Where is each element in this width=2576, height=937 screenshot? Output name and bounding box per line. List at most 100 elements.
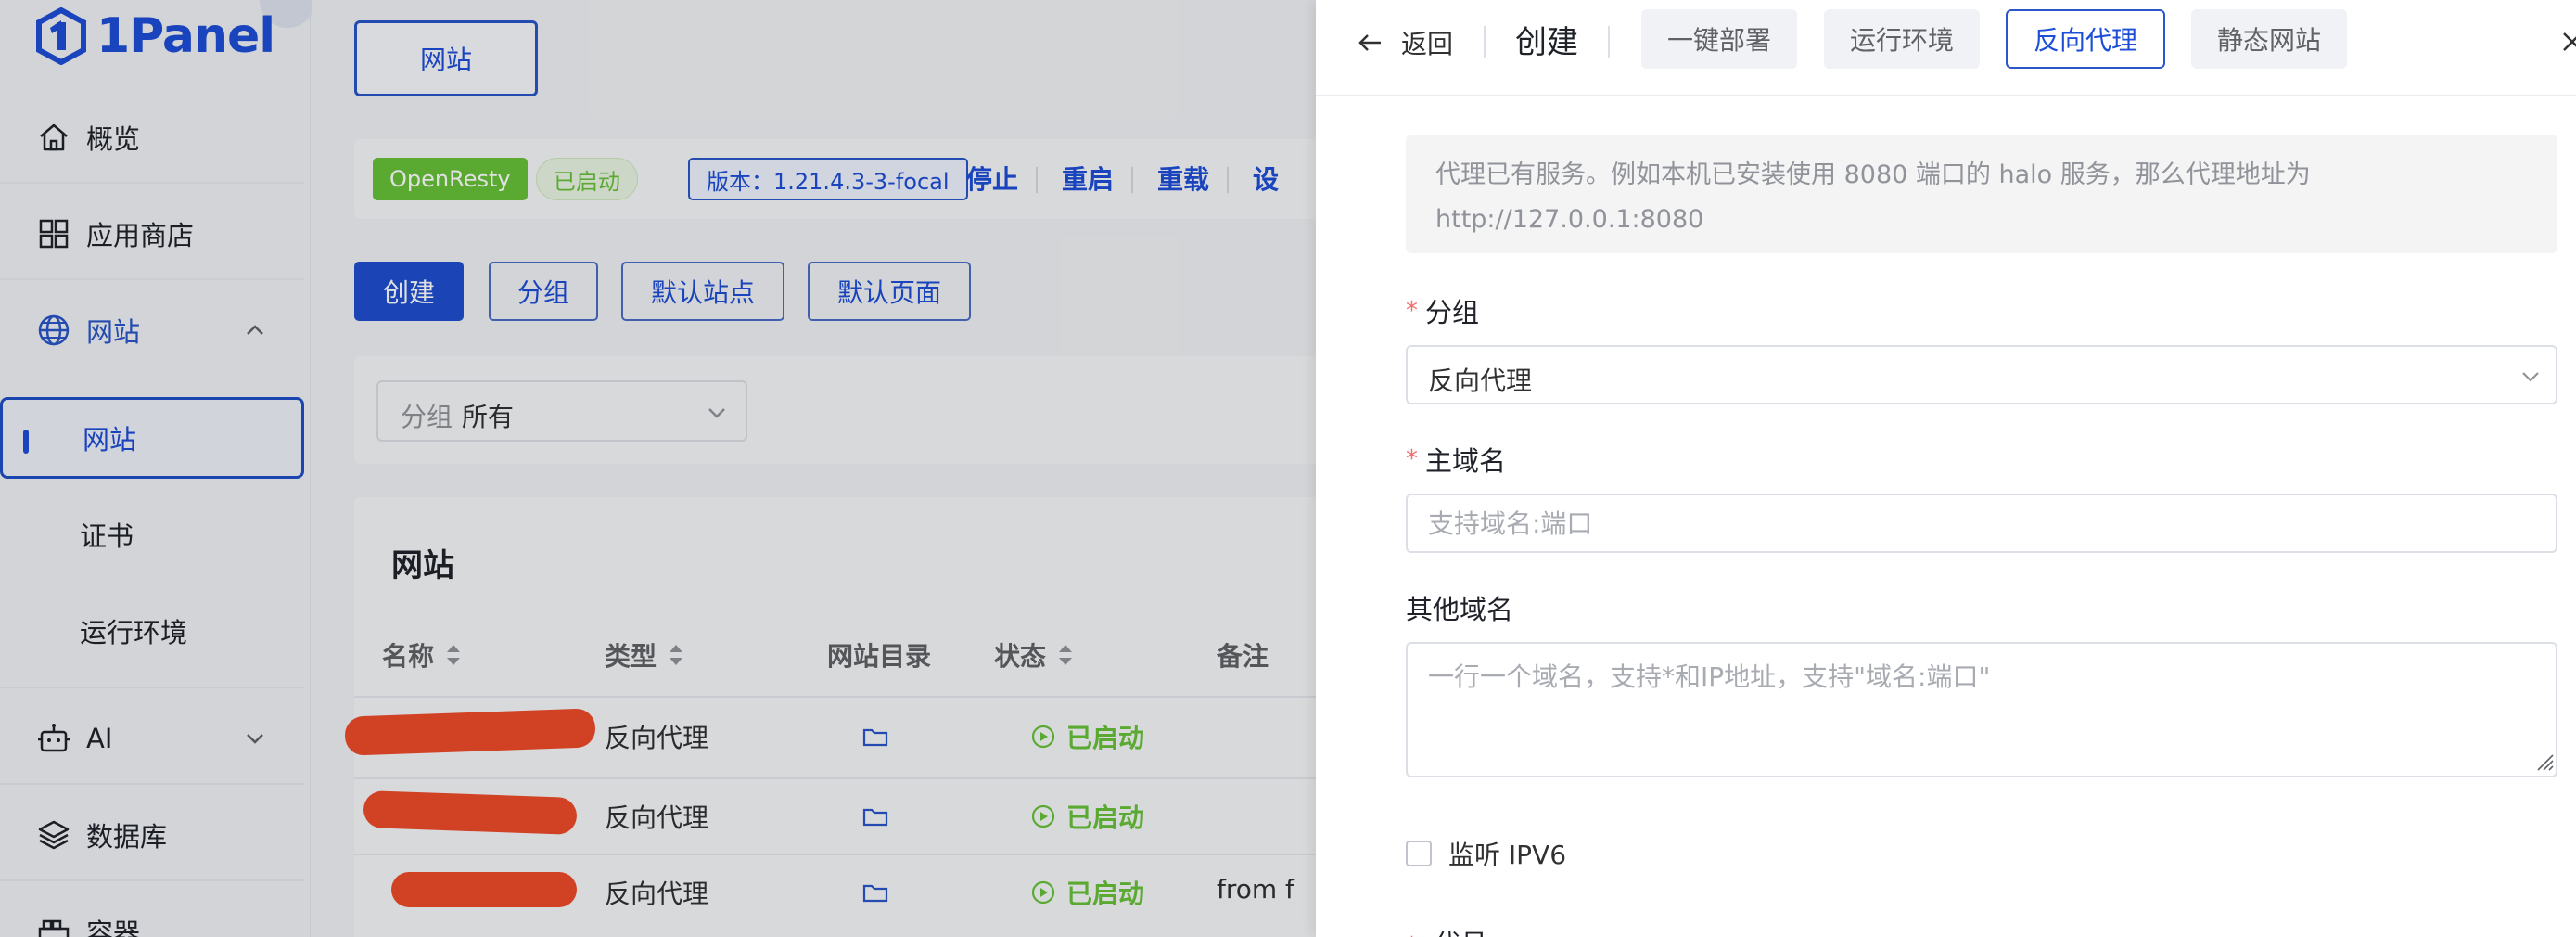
create-button[interactable]: 创建 xyxy=(354,262,464,321)
back-button[interactable]: 返回 xyxy=(1401,24,1453,61)
chevron-down-icon xyxy=(708,408,725,418)
sidebar-subitem-label: 网站 xyxy=(83,424,137,456)
label-text: 其他域名 xyxy=(1406,594,1514,625)
close-icon[interactable] xyxy=(2558,28,2576,56)
settings-button[interactable]: 设 xyxy=(1253,160,1279,197)
divider xyxy=(0,278,304,280)
group-button[interactable]: 分组 xyxy=(489,262,598,321)
sort-icon[interactable] xyxy=(1055,641,1076,669)
other-domains-label: 其他域名 xyxy=(1406,588,1513,627)
divider xyxy=(0,879,304,881)
group-filter-select[interactable]: 分组 所有 xyxy=(376,380,747,442)
container-icon xyxy=(35,913,72,937)
logo-text: 1Panel xyxy=(96,8,275,64)
tab-websites[interactable]: 网站 xyxy=(354,20,538,96)
folder-icon[interactable] xyxy=(862,805,888,828)
separator xyxy=(1131,167,1133,193)
chevron-up-icon[interactable] xyxy=(241,316,269,344)
reload-button[interactable]: 重载 xyxy=(1157,160,1209,197)
chevron-down-icon[interactable] xyxy=(241,725,269,752)
sidebar-item-overview[interactable]: 概览 xyxy=(0,96,304,178)
sidebar-item-app-store[interactable]: 应用商店 xyxy=(0,193,304,275)
cell-status: 已启动 xyxy=(1031,718,1144,755)
sidebar-subitem-websites[interactable]: 网站 xyxy=(0,397,304,479)
label-text: 分组 xyxy=(1425,297,1480,328)
app-badge: OpenResty xyxy=(373,158,528,200)
column-header-status[interactable]: 状态 xyxy=(994,636,1076,674)
sort-icon[interactable] xyxy=(666,641,686,669)
sidebar-subitem-runtime[interactable]: 运行环境 xyxy=(0,590,304,672)
home-icon xyxy=(35,119,72,156)
sidebar-item-containers[interactable]: 容器 xyxy=(0,891,304,937)
row-divider xyxy=(354,854,1316,855)
tab-reverse-proxy[interactable]: 反向代理 xyxy=(2006,9,2166,69)
required-marker: * xyxy=(1406,932,1418,937)
tab-static-site[interactable]: 静态网站 xyxy=(2191,9,2348,69)
status-text: 已启动 xyxy=(1066,879,1145,909)
checkbox-label: 监听 IPV6 xyxy=(1448,840,1567,870)
grid-icon xyxy=(35,215,72,252)
required-marker: * xyxy=(1406,297,1418,325)
globe-icon xyxy=(35,312,72,349)
cell-type: 反向代理 xyxy=(605,802,709,833)
column-header-remark: 备注 xyxy=(1217,636,1269,674)
cell-remark: from f xyxy=(1217,874,1294,905)
separator xyxy=(1484,26,1486,58)
cell-type: 反向代理 xyxy=(605,879,709,909)
group-select[interactable]: 反向代理 xyxy=(1406,345,2557,404)
filter-card: 分组 所有 xyxy=(354,356,1316,464)
play-circle-icon xyxy=(1031,880,1055,905)
required-marker: * xyxy=(1406,445,1418,473)
layers-icon xyxy=(35,816,72,854)
sidebar-item-websites[interactable]: 网站 xyxy=(0,289,304,371)
row-divider xyxy=(354,777,1316,779)
robot-icon xyxy=(35,720,72,757)
primary-domain-input[interactable] xyxy=(1406,494,2557,553)
column-header-name[interactable]: 名称 xyxy=(382,636,464,674)
status-text: 已启动 xyxy=(1066,802,1145,833)
separator xyxy=(1036,167,1038,193)
sidebar: 1Panel 概览 应用商店 网站 网站 证书 运行环境 AI 数据库 容器 xyxy=(0,0,315,937)
list-title: 网站 xyxy=(391,547,454,584)
sidebar-item-label: 数据库 xyxy=(86,821,168,853)
divider xyxy=(0,182,304,184)
main-content: 网站 OpenResty 已启动 版本：1.21.4.3-3-focal 停止 … xyxy=(312,0,1316,937)
sidebar-item-label: 容器 xyxy=(86,918,141,937)
sidebar-subitem-certificates[interactable]: 证书 xyxy=(0,494,304,575)
sort-icon[interactable] xyxy=(443,641,464,669)
play-circle-icon xyxy=(1031,725,1055,749)
sidebar-item-database[interactable]: 数据库 xyxy=(0,794,304,876)
column-header-type[interactable]: 类型 xyxy=(605,636,686,674)
restart-button[interactable]: 重启 xyxy=(1062,160,1114,197)
filter-value: 所有 xyxy=(462,402,515,432)
row-divider xyxy=(354,696,1316,698)
logo-hexagon-icon xyxy=(36,7,86,65)
ipv6-checkbox-row[interactable]: 监听 IPV6 xyxy=(1406,835,1566,872)
default-site-button[interactable]: 默认站点 xyxy=(621,262,784,321)
divider xyxy=(0,783,304,785)
tip-line: http://127.0.0.1:8080 xyxy=(1435,205,1704,234)
sidebar-item-ai[interactable]: AI xyxy=(0,698,304,779)
create-website-drawer: 返回 创建 一键部署 运行环境 反向代理 静态网站 代理已有服务。例如本机已安装… xyxy=(1316,0,2576,937)
tab-runtime[interactable]: 运行环境 xyxy=(1824,9,1981,69)
arrow-left-icon[interactable] xyxy=(1353,26,1386,59)
cell-type: 反向代理 xyxy=(605,723,709,753)
stop-button[interactable]: 停止 xyxy=(966,160,1018,197)
redacted-name xyxy=(344,708,596,756)
tab-one-click-deploy[interactable]: 一键部署 xyxy=(1641,9,1798,69)
other-domains-textarea[interactable] xyxy=(1406,642,2557,777)
sidebar-item-label: 概览 xyxy=(86,123,141,155)
website-list-card: 网站 名称 类型 网站目录 状态 备注 反向代理 已启动 反向代理 已启动 反向… xyxy=(344,497,1316,937)
tip-line: 代理已有服务。例如本机已安装使用 8080 端口的 halo 服务，那么代理地址… xyxy=(1435,160,2311,189)
redacted-name xyxy=(391,872,577,907)
resize-handle-icon[interactable] xyxy=(2534,751,2555,772)
active-indicator xyxy=(23,430,29,454)
folder-icon[interactable] xyxy=(862,881,888,904)
ipv6-checkbox[interactable] xyxy=(1406,841,1432,866)
folder-icon[interactable] xyxy=(862,725,888,748)
separator xyxy=(1608,26,1610,58)
column-header-label: 状态 xyxy=(994,641,1047,672)
default-page-button[interactable]: 默认页面 xyxy=(808,262,971,321)
play-circle-icon xyxy=(1031,804,1055,828)
logo[interactable]: 1Panel xyxy=(35,4,275,69)
